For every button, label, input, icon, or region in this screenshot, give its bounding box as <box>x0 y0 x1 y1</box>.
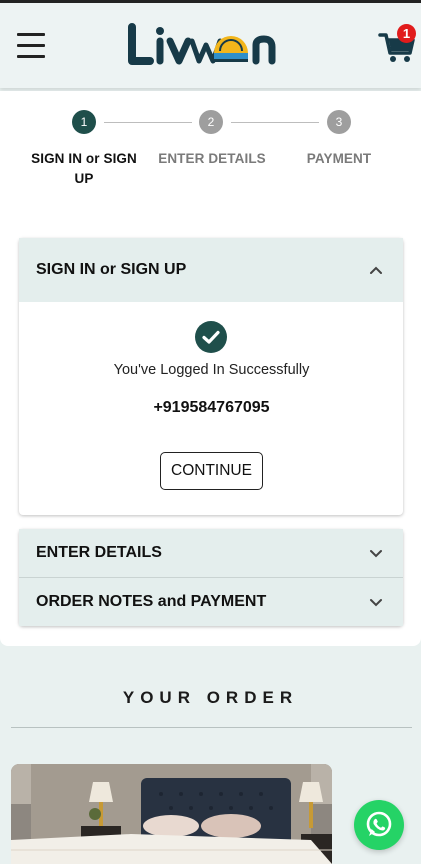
top-header <box>0 0 421 88</box>
phone-number: +919584767095 <box>153 399 270 416</box>
login-success-message: You've Logged In Successfully <box>113 362 310 378</box>
signin-accordion-title: SIGN IN or SIGN UP <box>36 261 187 278</box>
success-check <box>195 321 227 353</box>
menu-button[interactable] <box>17 33 45 59</box>
step-connector <box>231 122 319 123</box>
livwon-logo[interactable] <box>128 23 288 69</box>
enter-details-accordion-header[interactable]: ENTER DETAILS <box>19 529 403 577</box>
bed-product-picture <box>11 764 332 864</box>
step-1-label: SIGN IN or SIGN UP <box>31 151 137 186</box>
step-2-circle: 2 <box>199 110 223 134</box>
enter-details-title: ENTER DETAILS <box>36 544 162 561</box>
continue-button[interactable]: CONTINUE <box>160 452 263 490</box>
step-3-label: PAYMENT <box>306 151 372 166</box>
step-3-circle: 3 <box>327 110 351 134</box>
cart-count-badge: 1 <box>397 24 416 43</box>
step-2-label: ENTER DETAILS <box>158 151 266 166</box>
step-connector <box>104 122 192 123</box>
check-icon <box>202 330 220 344</box>
whatsapp-icon <box>366 811 392 837</box>
chevron-up-icon <box>370 266 382 274</box>
details-accordion-group: ENTER DETAILS ORDER NOTES and PAYMENT <box>19 529 403 626</box>
order-notes-payment-title: ORDER NOTES and PAYMENT <box>36 593 267 610</box>
order-notes-payment-accordion-header[interactable]: ORDER NOTES and PAYMENT <box>19 578 403 626</box>
whatsapp-button[interactable] <box>354 800 404 850</box>
hamburger-icon <box>17 33 45 36</box>
order-divider <box>11 727 412 728</box>
step-1-circle: 1 <box>72 110 96 134</box>
signin-accordion-header[interactable]: SIGN IN or SIGN UP <box>19 238 403 302</box>
hamburger-line <box>17 55 45 58</box>
product-image <box>11 764 332 864</box>
chevron-down-icon <box>370 599 382 607</box>
hamburger-line <box>17 44 45 47</box>
chevron-down-icon <box>370 550 382 558</box>
your-order-heading: YOUR ORDER <box>122 688 299 707</box>
